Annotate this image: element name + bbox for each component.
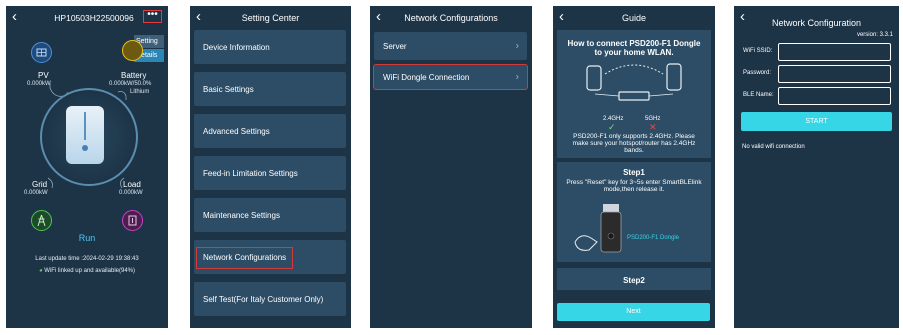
wifi-ssid-label: WiFi SSID: (743, 48, 773, 54)
step1-card: Step1 Press "Reset" key for 3~5s enter S… (557, 162, 711, 262)
setting-center-screen: ‹ Setting Center Device Information Basi… (190, 6, 351, 328)
highlight-box (196, 247, 293, 269)
header: ‹ Guide (553, 6, 715, 30)
check-icon: ✓ (608, 122, 616, 132)
menu-item-label: Self Test(For Italy Customer Only) (203, 294, 324, 304)
wifi-status-text: WiFi linked up and available(94%) (44, 268, 135, 274)
dongle-label: PSD200-F1 Dongle (627, 235, 680, 241)
header: ‹ Network Configuration (734, 6, 899, 30)
dongle-icon (574, 204, 622, 253)
menu-item-maintenance-settings[interactable]: Maintenance Settings (194, 198, 346, 232)
step1-title: Step1 (623, 168, 645, 177)
ble-name-input[interactable] (778, 87, 891, 105)
overview-screen: ‹ HP10503H22500096 ••• Setting Details P… (6, 6, 168, 328)
wifi-ssid-input[interactable] (778, 43, 891, 61)
network-configurations-screen: ‹ Network Configurations Server › WiFi D… (370, 6, 532, 328)
grid-label: Grid (32, 180, 48, 189)
menu-item-self-test[interactable]: Self Test(For Italy Customer Only) (194, 282, 346, 316)
page-title: Network Configuration (771, 18, 862, 28)
band-note: PSD200-F1 only supports 2.4GHz. Please m… (572, 133, 696, 154)
cross-icon: ✕ (649, 122, 657, 132)
menu-item-label: Server (383, 41, 407, 51)
guide-heading: How to connect PSD200-F1 Dongle to your … (567, 39, 701, 57)
chevron-right-icon: › (515, 40, 519, 52)
version-label: version: 3.3.1 (856, 32, 893, 38)
grid-value: 0.000kW (24, 190, 48, 196)
load-value: 0.000kW (119, 190, 143, 196)
last-update-time: Last update time :2024-02-29 19:38:43 (35, 256, 139, 262)
menu-item-server[interactable]: Server › (374, 32, 527, 60)
grid-tower-icon (31, 210, 52, 231)
wifi-status: ◕ WiFi linked up and available(94%) (6, 268, 168, 274)
ble-name-label: BLE Name: (743, 92, 774, 98)
page-title: Network Configurations (404, 13, 498, 23)
menu-item-wifi-dongle-connection[interactable]: WiFi Dongle Connection › (373, 64, 528, 90)
step2-title: Step2 (623, 276, 645, 285)
inverter-light (82, 145, 88, 151)
step2-card: Step2 (557, 268, 711, 290)
network-configuration-screen: ‹ Network Configuration version: 3.3.1 W… (734, 6, 899, 328)
menu-item-device-information[interactable]: Device Information (194, 30, 346, 64)
connection-status: No valid wifi connection (742, 144, 805, 150)
inverter-indicator (84, 112, 86, 140)
header: ‹ Network Configurations (370, 6, 532, 30)
load-label: Load (123, 180, 141, 189)
menu-item-label: Basic Settings (203, 84, 254, 94)
menu-item-label: WiFi Dongle Connection (383, 72, 470, 82)
menu-item-feed-in-limitation[interactable]: Feed-in Limitation Settings (194, 156, 346, 190)
step1-text: Press "Reset" key for 3~5s enter SmartBL… (566, 179, 702, 193)
page-title: Setting Center (241, 13, 300, 23)
router-phone-icon (586, 63, 682, 101)
next-button[interactable]: Next (557, 303, 710, 321)
menu-item-basic-settings[interactable]: Basic Settings (194, 72, 346, 106)
menu-item-label: Device Information (203, 42, 270, 52)
chevron-right-icon: › (515, 71, 519, 83)
page-title: Guide (621, 13, 647, 23)
menu-item-label: Maintenance Settings (203, 210, 280, 220)
password-label: Password: (743, 70, 772, 76)
password-input[interactable] (778, 65, 891, 83)
wlan-guide-card: How to connect PSD200-F1 Dongle to your … (557, 30, 711, 158)
menu-item-label: Feed-in Limitation Settings (203, 168, 298, 178)
wifi-icon: ◕ (38, 268, 43, 274)
menu-item-advanced-settings[interactable]: Advanced Settings (194, 114, 346, 148)
guide-screen: ‹ Guide How to connect PSD200-F1 Dongle … (553, 6, 715, 328)
load-icon (122, 210, 143, 231)
header: ‹ Setting Center (190, 6, 351, 30)
run-status: Run (78, 233, 96, 243)
menu-item-label: Advanced Settings (203, 126, 270, 136)
start-button[interactable]: START (741, 112, 892, 131)
